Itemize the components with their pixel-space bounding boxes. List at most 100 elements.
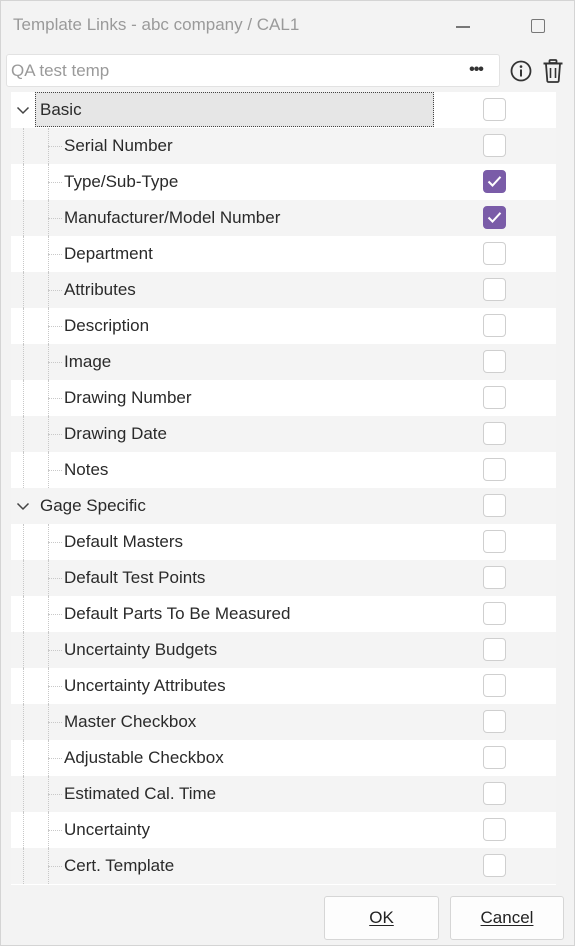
item-checkbox[interactable]: [483, 782, 506, 805]
ok-button-label: OK: [369, 908, 394, 927]
item-checkbox[interactable]: [483, 710, 506, 733]
tree-item-label: Description: [64, 316, 150, 335]
item-checkbox[interactable]: [483, 206, 506, 229]
item-checkbox[interactable]: [483, 134, 506, 157]
tree-item-row[interactable]: Type/Sub-Type: [11, 164, 556, 200]
item-checkbox[interactable]: [483, 350, 506, 373]
tree-item-label: Manufacturer/Model Number: [64, 208, 281, 227]
tree-guide-line: [23, 560, 24, 596]
expand-toggle[interactable]: [14, 101, 32, 119]
tree-connector-line: [48, 758, 62, 759]
tree-connector-line: [48, 470, 62, 471]
tree-guide-line: [23, 128, 24, 164]
tree-connector-line: [48, 614, 62, 615]
expand-toggle[interactable]: [14, 497, 32, 515]
tree-connector-line: [48, 254, 62, 255]
item-checkbox[interactable]: [483, 818, 506, 841]
tree-item-row[interactable]: Estimated Cal. Time: [11, 776, 556, 812]
template-selector[interactable]: •••: [6, 54, 500, 87]
tree-group-row[interactable]: Basic: [11, 92, 556, 128]
template-name-input[interactable]: [11, 61, 451, 81]
tree-item-row[interactable]: Drawing Date: [11, 416, 556, 452]
tree-guide-line: [23, 704, 24, 740]
title-bar[interactable]: Template Links - abc company / CAL1: [1, 1, 574, 51]
group-checkbox[interactable]: [483, 98, 506, 121]
tree-item-row[interactable]: Notes: [11, 452, 556, 488]
tree-item-row[interactable]: Image: [11, 344, 556, 380]
info-circle-icon: [510, 60, 532, 82]
tree-item-row[interactable]: Serial Number: [11, 128, 556, 164]
tree-item-row[interactable]: Uncertainty Attributes: [11, 668, 556, 704]
tree-item-label: Default Masters: [64, 532, 184, 551]
tree-item-label: Attributes: [64, 280, 136, 299]
tree-connector-line: [48, 290, 62, 291]
cancel-button[interactable]: Cancel: [450, 896, 564, 940]
item-checkbox[interactable]: [483, 458, 506, 481]
tree-item-label: Notes: [64, 460, 109, 479]
selection-highlight: [35, 92, 434, 127]
tree-connector-line: [48, 218, 62, 219]
tree-item-row[interactable]: Cert. Template: [11, 848, 556, 884]
template-selector-row: •••: [6, 54, 572, 88]
tree-item-row[interactable]: Adjustable Checkbox: [11, 740, 556, 776]
tree-guide-line: [23, 344, 24, 380]
tree-item-row[interactable]: Department: [11, 236, 556, 272]
tree-guide-line: [23, 308, 24, 344]
ok-button[interactable]: OK: [324, 896, 439, 940]
delete-button[interactable]: [541, 58, 565, 84]
item-checkbox[interactable]: [483, 638, 506, 661]
tree-item-label: Uncertainty Budgets: [64, 640, 218, 659]
tree-connector-line: [48, 578, 62, 579]
tree-connector-line: [48, 794, 62, 795]
tree-item-label: Department: [64, 244, 153, 263]
maximize-icon: [531, 19, 545, 33]
tree-guide-line: [23, 740, 24, 776]
item-checkbox[interactable]: [483, 386, 506, 409]
tree-item-row[interactable]: Master Checkbox: [11, 704, 556, 740]
checkmark-icon: [487, 212, 502, 223]
tree-connector-line: [48, 362, 62, 363]
window-title: Template Links - abc company / CAL1: [13, 15, 300, 34]
tree-group-label: Gage Specific: [40, 496, 146, 515]
tree-item-row[interactable]: Default Parts To Be Measured: [11, 596, 556, 632]
info-button[interactable]: [509, 59, 533, 83]
item-checkbox[interactable]: [483, 278, 506, 301]
item-checkbox[interactable]: [483, 170, 506, 193]
tree-group-row[interactable]: Gage Specific: [11, 488, 556, 524]
tree-item-label: Adjustable Checkbox: [64, 748, 224, 767]
tree-item-row[interactable]: Attributes: [11, 272, 556, 308]
minimize-button[interactable]: [448, 11, 478, 41]
tree-item-row[interactable]: Manufacturer/Model Number: [11, 200, 556, 236]
tree-item-row[interactable]: Default Masters: [11, 524, 556, 560]
template-links-tree[interactable]: Basic Serial Number Type/Sub-Type Manufactu…: [11, 92, 556, 885]
tree-item-row[interactable]: Uncertainty: [11, 812, 556, 848]
chevron-down-icon: [16, 106, 30, 115]
tree-connector-line: [48, 542, 62, 543]
maximize-button[interactable]: [523, 11, 553, 41]
tree-item-row[interactable]: Description: [11, 308, 556, 344]
item-checkbox[interactable]: [483, 854, 506, 877]
tree-guide-line: [23, 164, 24, 200]
item-checkbox[interactable]: [483, 530, 506, 553]
tree-item-row[interactable]: Uncertainty Budgets: [11, 632, 556, 668]
item-checkbox[interactable]: [483, 242, 506, 265]
tree-connector-line: [48, 326, 62, 327]
trash-icon: [543, 59, 563, 83]
tree-guide-line: [23, 272, 24, 308]
tree-connector-line: [48, 398, 62, 399]
tree-guide-line: [23, 524, 24, 560]
tree-item-label: Cert. Template: [64, 856, 175, 875]
tree-item-label: Image: [64, 352, 112, 371]
browse-button[interactable]: •••: [461, 57, 491, 85]
tree-item-row[interactable]: Default Test Points: [11, 560, 556, 596]
tree-item-label: Uncertainty Attributes: [64, 676, 226, 695]
tree-item-row[interactable]: Drawing Number: [11, 380, 556, 416]
group-checkbox[interactable]: [483, 494, 506, 517]
item-checkbox[interactable]: [483, 602, 506, 625]
item-checkbox[interactable]: [483, 314, 506, 337]
tree-item-label: Type/Sub-Type: [64, 172, 179, 191]
item-checkbox[interactable]: [483, 674, 506, 697]
item-checkbox[interactable]: [483, 566, 506, 589]
item-checkbox[interactable]: [483, 746, 506, 769]
item-checkbox[interactable]: [483, 422, 506, 445]
